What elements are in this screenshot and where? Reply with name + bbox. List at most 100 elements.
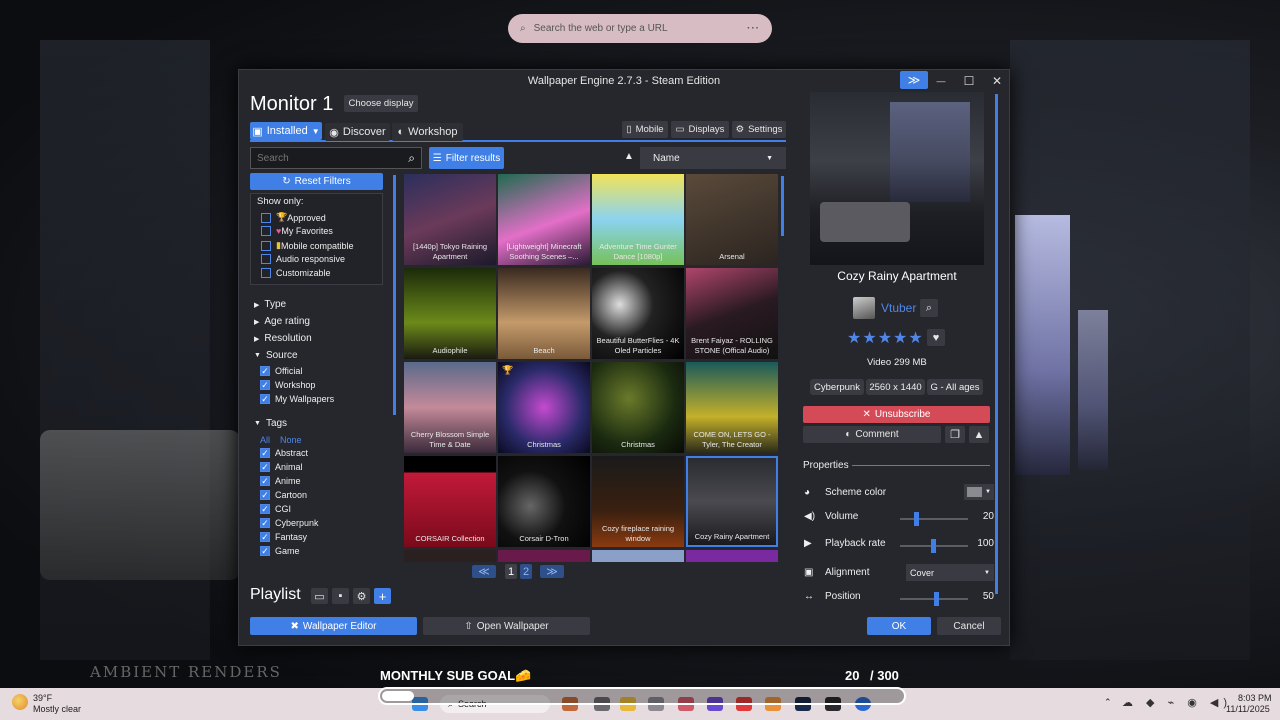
search-input[interactable] — [257, 152, 409, 164]
tag-age-rating[interactable]: G - All ages — [927, 379, 983, 395]
search-field[interactable]: ⌕ — [250, 147, 422, 169]
add-icon[interactable]: + — [374, 588, 391, 604]
browser-address-bar[interactable]: ⌕ Search the web or type a URL ··· — [508, 14, 772, 43]
grid-scrollbar[interactable] — [781, 176, 784, 236]
prev-page-button[interactable]: ≪ — [472, 565, 496, 578]
minimize-button[interactable]: — — [927, 70, 955, 92]
tray-icons[interactable]: ☁ ◆ ⌁ ◉ ◀) — [1122, 696, 1232, 709]
slider-knob[interactable] — [913, 512, 919, 526]
displays-button[interactable]: ▭ Displays — [671, 121, 729, 138]
sort-select[interactable]: Name ▼ — [640, 147, 786, 169]
checkbox[interactable] — [261, 254, 271, 264]
tab-discover[interactable]: ◉ Discover — [325, 123, 390, 141]
wallpaper-tile[interactable]: Beach — [498, 268, 590, 359]
expand-icon[interactable]: ≫ — [900, 71, 928, 89]
filter-resolution-toggle[interactable]: ▶ Resolution — [254, 333, 312, 344]
checkbox[interactable] — [260, 476, 270, 486]
checkbox[interactable] — [260, 394, 270, 404]
next-page-button[interactable]: ≫ — [540, 565, 564, 578]
filter-tag-cyberpunk[interactable]: Cyberpunk — [260, 518, 319, 528]
copy-icon[interactable]: ❐ — [945, 426, 965, 443]
tags-select-none[interactable]: None — [280, 435, 302, 445]
wallpaper-tile[interactable]: CORSAIR Collection — [404, 456, 496, 547]
checkbox[interactable] — [260, 380, 270, 390]
filter-tag-game[interactable]: Game — [260, 546, 300, 556]
wallpaper-tile[interactable]: Brent Faiyaz - ROLLING STONE (Offical Au… — [686, 268, 778, 359]
checkbox[interactable] — [260, 546, 270, 556]
checkbox[interactable] — [260, 504, 270, 514]
filter-tag-fantasy[interactable]: Fantasy — [260, 532, 307, 542]
checkbox[interactable] — [261, 226, 271, 236]
page-2-button[interactable]: 2 — [520, 564, 532, 579]
filter-results-button[interactable]: ☰ Filter results — [429, 147, 504, 169]
wallpaper-tile[interactable]: Cherry Blossom Simple Time & Date — [404, 362, 496, 453]
checkbox[interactable] — [261, 212, 271, 223]
wallpaper-tile[interactable]: Cozy fireplace raining window — [592, 456, 684, 547]
filter-mobile-compatible[interactable]: ▮ Mobile compatible — [261, 240, 354, 251]
sort-direction-icon[interactable]: ▲ — [624, 151, 634, 162]
mobile-button[interactable]: ▯ Mobile — [622, 121, 668, 138]
folder-icon[interactable]: ▭ — [311, 588, 328, 604]
filter-approved[interactable]: 🏆 Approved — [261, 212, 326, 223]
wallpaper-tile[interactable]: Adventure Time Gunter Dance [1080p] — [592, 174, 684, 265]
clock-date[interactable]: 11/11/2025 — [1226, 704, 1270, 714]
tab-workshop[interactable]: ◐ Workshop — [392, 123, 463, 141]
checkbox[interactable] — [260, 366, 270, 376]
wallpaper-tile[interactable]: COME ON, LETS GO - Tyler, The Creator — [686, 362, 778, 453]
filter-tag-anime[interactable]: Anime — [260, 476, 301, 486]
page-1-button[interactable]: 1 — [505, 564, 517, 579]
filter-age-rating-toggle[interactable]: ▶ Age rating — [254, 316, 310, 327]
tray-chevron-icon[interactable]: ⌃ — [1104, 697, 1112, 708]
filter-source-toggle[interactable]: ▼ Source — [254, 350, 298, 361]
filter-source-my-wallpapers[interactable]: My Wallpapers — [260, 394, 334, 404]
clock-time[interactable]: 8:03 PM — [1238, 693, 1272, 703]
filter-source-official[interactable]: Official — [260, 366, 302, 376]
wallpaper-tile[interactable]: Christmas — [592, 362, 684, 453]
checkbox[interactable] — [261, 268, 271, 278]
reset-filters-button[interactable]: ↻ Reset Filters — [250, 173, 383, 190]
tag-resolution[interactable]: 2560 x 1440 — [866, 379, 925, 395]
wallpaper-tile[interactable] — [498, 550, 590, 562]
alignment-select[interactable]: Cover ▼ — [906, 564, 994, 581]
cancel-button[interactable]: Cancel — [937, 617, 1001, 635]
filter-my-favorites[interactable]: ♥ My Favorites — [261, 226, 333, 236]
settings-button[interactable]: ⚙ Settings — [732, 121, 786, 138]
playback-rate-slider[interactable] — [900, 539, 968, 553]
wallpaper-tile[interactable] — [592, 550, 684, 562]
more-options-icon[interactable]: ··· — [747, 23, 760, 34]
author-link[interactable]: Vtuber — [881, 301, 916, 315]
wallpaper-tile[interactable] — [686, 550, 778, 562]
details-scrollbar[interactable] — [995, 94, 998, 594]
tab-installed[interactable]: ▣ Installed ▼ — [250, 122, 322, 140]
wallpaper-tile[interactable] — [404, 550, 496, 562]
slider-knob[interactable] — [930, 539, 936, 553]
wallpaper-tile[interactable]: Audiophile — [404, 268, 496, 359]
wallpaper-tile[interactable]: Beautiful ButterFlies - 4K Oled Particle… — [592, 268, 684, 359]
filter-tag-animal[interactable]: Animal — [260, 462, 303, 472]
ok-button[interactable]: OK — [867, 617, 931, 635]
filter-customizable[interactable]: Customizable — [261, 268, 331, 278]
search-author-icon[interactable]: ⌕ — [920, 299, 938, 317]
wallpaper-tile[interactable]: 🏆 Christmas — [498, 362, 590, 453]
unsubscribe-button[interactable]: ✕ Unsubscribe — [803, 406, 990, 423]
save-icon[interactable]: ▪ — [332, 588, 349, 604]
filter-audio-responsive[interactable]: Audio responsive — [261, 254, 345, 264]
search-icon[interactable]: ⌕ — [408, 151, 415, 166]
checkbox[interactable] — [261, 240, 271, 251]
filter-tag-cgi[interactable]: CGI — [260, 504, 291, 514]
wallpaper-tile[interactable]: Arsenal — [686, 174, 778, 265]
checkbox[interactable] — [260, 462, 270, 472]
warning-icon[interactable]: ▲ — [969, 426, 989, 443]
checkbox[interactable] — [260, 518, 270, 528]
wallpaper-tile-selected[interactable]: Cozy Rainy Apartment — [686, 456, 778, 547]
filter-type-toggle[interactable]: ▶ Type — [254, 299, 286, 310]
wallpaper-tile[interactable]: Corsair D-Tron — [498, 456, 590, 547]
maximize-button[interactable]: ☐ — [955, 70, 983, 92]
choose-display-button[interactable]: Choose display — [344, 95, 418, 112]
wallpaper-tile[interactable]: [1440p] Tokyo Raining Apartment — [404, 174, 496, 265]
weather-temp[interactable]: 39°F — [33, 693, 52, 703]
wallpaper-editor-button[interactable]: ✖ Wallpaper Editor — [250, 617, 417, 635]
open-wallpaper-button[interactable]: ⇧ Open Wallpaper — [423, 617, 590, 635]
gear-icon[interactable]: ⚙ — [353, 588, 370, 604]
filter-tag-abstract[interactable]: Abstract — [260, 448, 308, 458]
